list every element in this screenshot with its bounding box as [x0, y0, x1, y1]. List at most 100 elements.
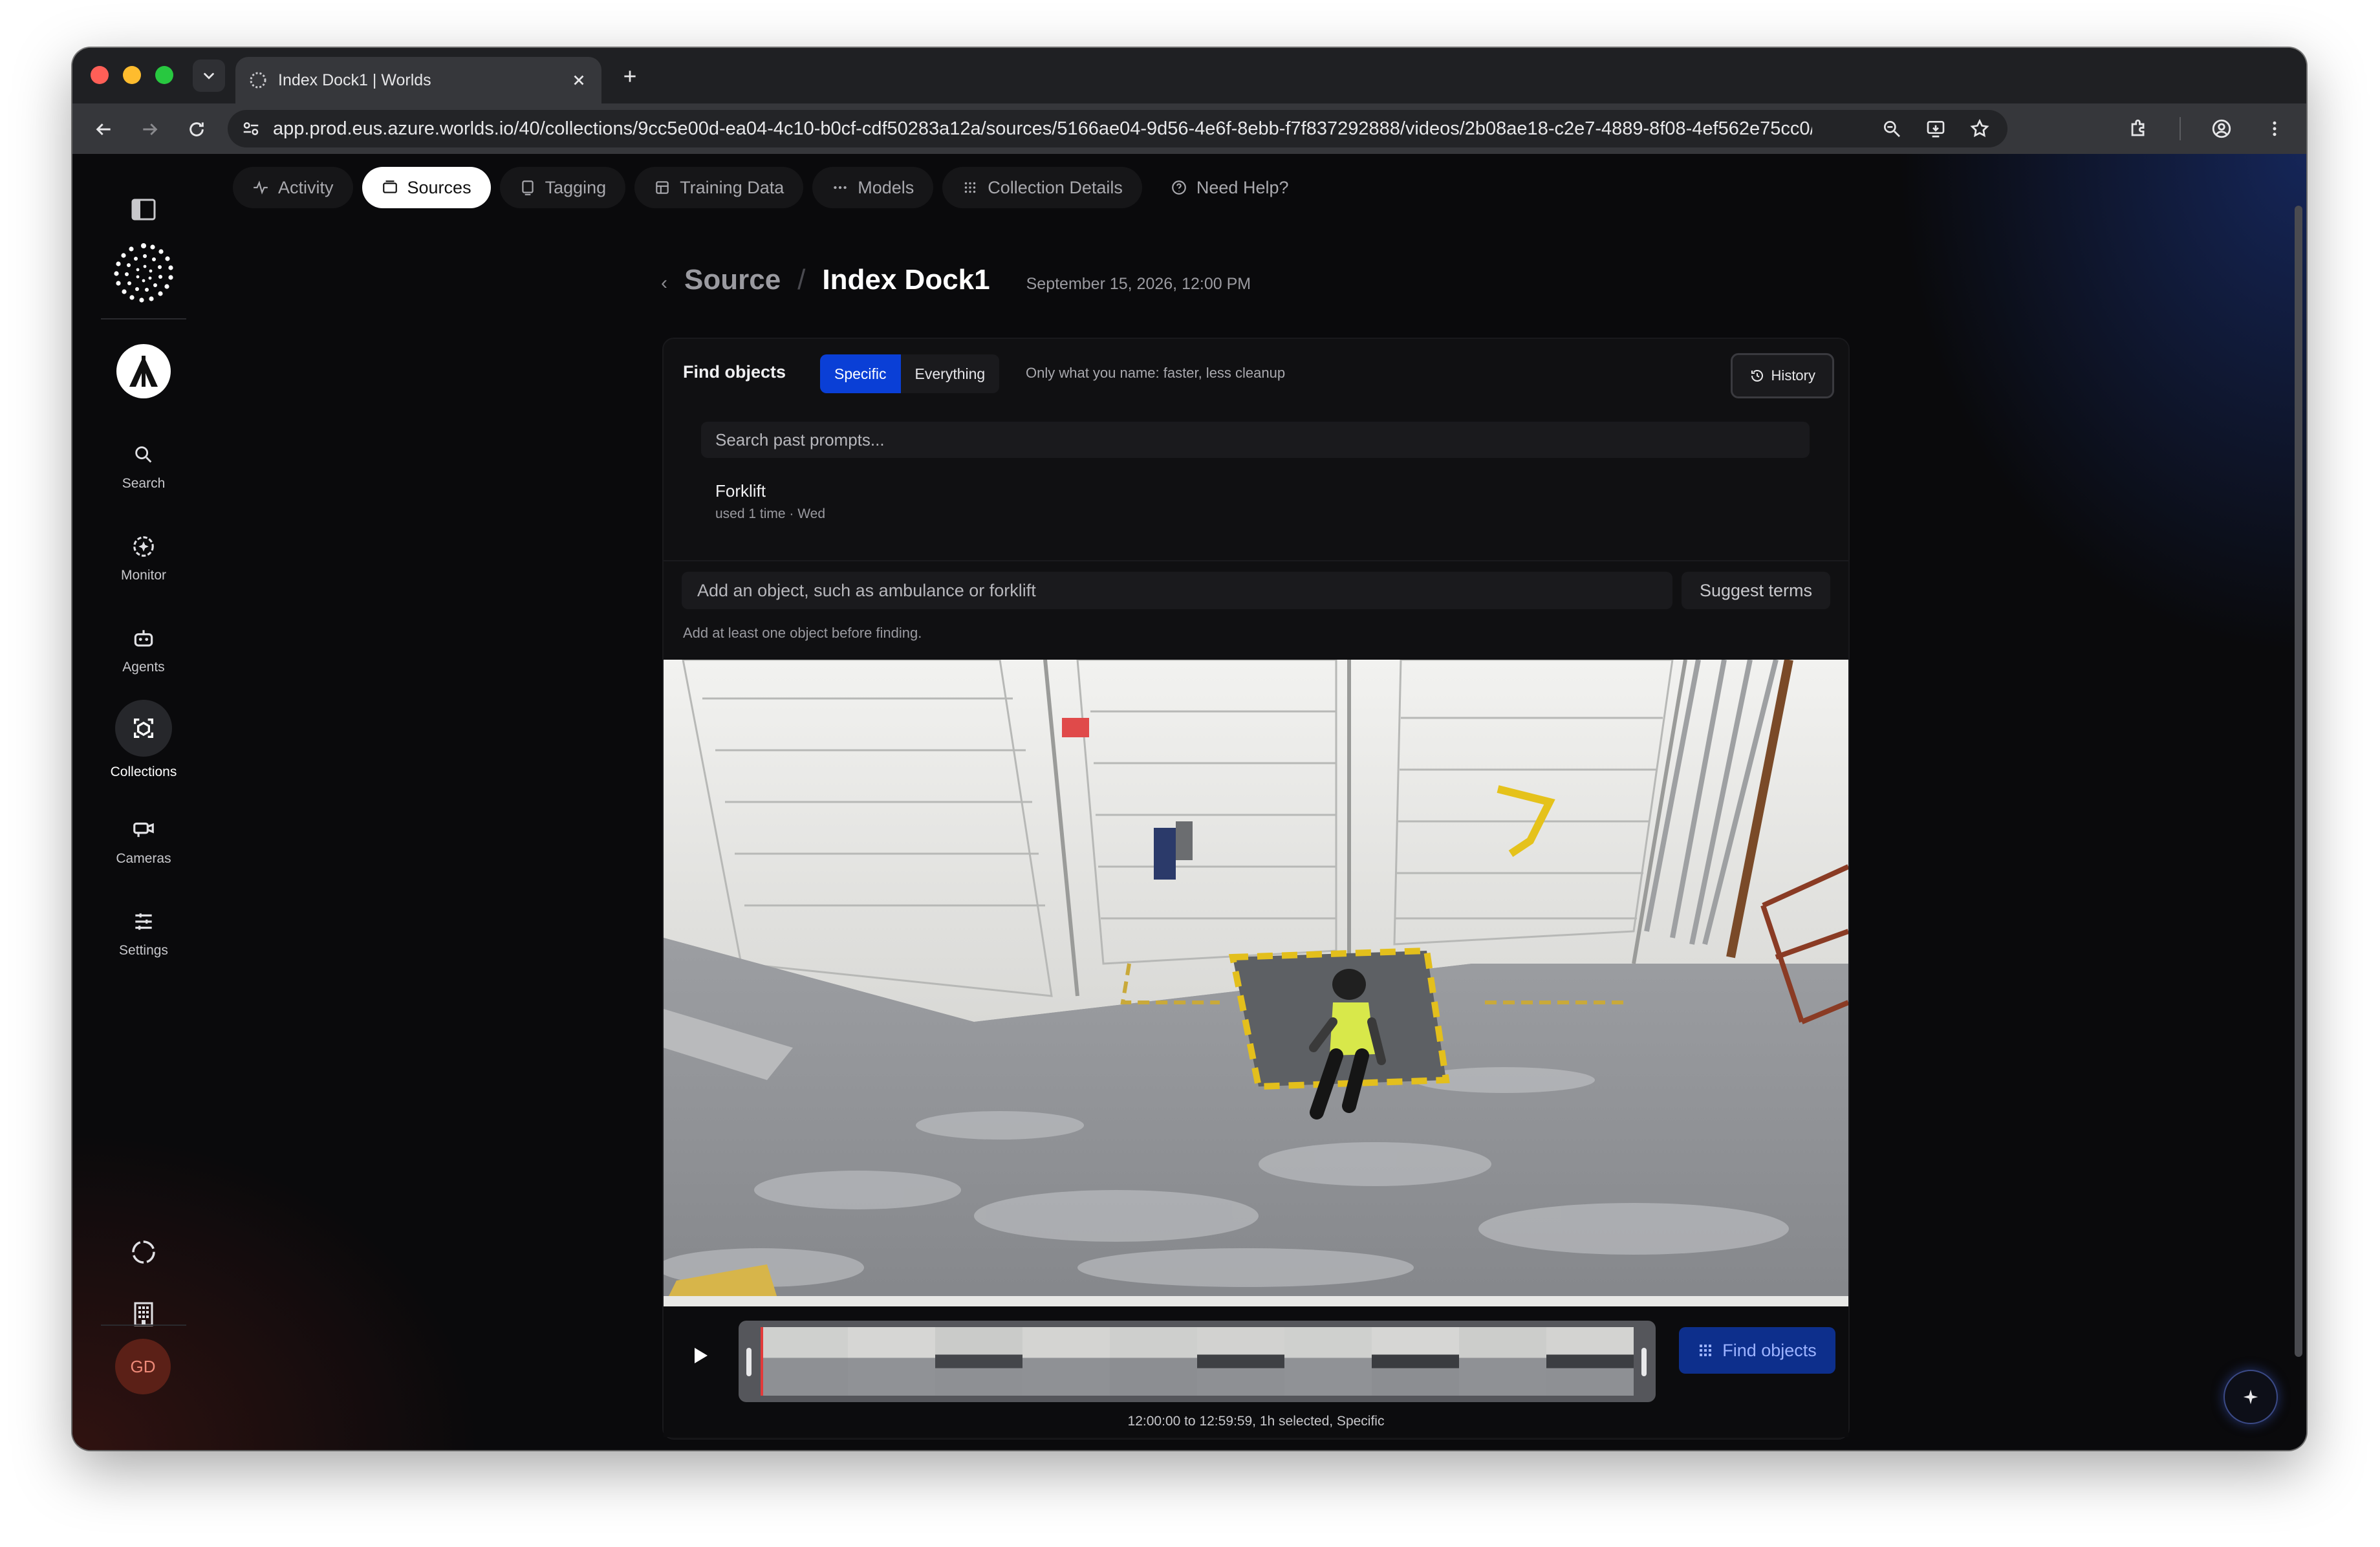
video-player[interactable]	[664, 660, 1848, 1306]
back-chevron-icon[interactable]: ‹	[661, 272, 667, 294]
timeline-thumbnail	[1459, 1327, 1546, 1396]
sidebar-item-label: Cameras	[116, 851, 171, 866]
reload-button[interactable]	[184, 116, 210, 142]
play-icon[interactable]	[687, 1343, 713, 1368]
add-object-input[interactable]: Add an object, such as ambulance or fork…	[682, 572, 1672, 609]
camera-icon	[130, 816, 157, 843]
tab-label: Tagging	[545, 177, 607, 197]
bookmark-star-icon[interactable]	[1967, 116, 1992, 141]
sidebar-item-search[interactable]: Search	[92, 441, 195, 492]
playhead[interactable]	[761, 1327, 763, 1396]
profile-icon[interactable]	[2209, 116, 2234, 141]
timeline-thumbnail	[1197, 1327, 1284, 1396]
mode-specific-button[interactable]: Specific	[820, 354, 901, 393]
past-prompt-name: Forklift	[715, 481, 766, 501]
source-date: September 15, 2026, 12:00 PM	[1026, 275, 1251, 293]
sidebar-item-label: Collections	[110, 764, 177, 779]
org-logo-icon	[129, 356, 158, 387]
collections-icon	[115, 700, 172, 757]
sidebar-item-label: Search	[122, 476, 166, 491]
tab-strip: Index Dock1 | Worlds	[72, 48, 2306, 103]
user-avatar[interactable]: GD	[115, 1339, 171, 1394]
new-tab-button[interactable]	[616, 62, 644, 91]
site-settings-icon[interactable]	[239, 117, 263, 140]
toolbar-divider	[2180, 117, 2181, 140]
loading-circle-icon[interactable]	[129, 1238, 158, 1266]
more-menu-icon[interactable]	[2262, 116, 2287, 141]
worlds-favicon-icon	[250, 72, 266, 89]
timeline-thumbnail	[1372, 1327, 1459, 1396]
find-objects-button-label: Find objects	[1722, 1340, 1817, 1360]
panel-divider	[664, 560, 1848, 561]
assistant-button[interactable]	[2223, 1370, 2278, 1424]
browser-tab-active[interactable]: Index Dock1 | Worlds	[235, 57, 601, 103]
range-start-handle[interactable]	[746, 1348, 752, 1376]
forward-button[interactable]	[137, 116, 163, 142]
mode-toggle: Specific Everything	[820, 354, 1000, 393]
maximize-window-button[interactable]	[155, 66, 173, 84]
timeline-thumbnail	[1546, 1327, 1634, 1396]
mode-everything-button[interactable]: Everything	[901, 354, 1000, 393]
tab-training-data[interactable]: Training Data	[634, 167, 804, 208]
reload-icon	[189, 122, 204, 136]
worlds-logo-icon[interactable]	[111, 241, 176, 305]
sidebar-item-label: Settings	[119, 943, 168, 958]
tab-search-button[interactable]	[193, 60, 225, 92]
history-button[interactable]: History	[1730, 353, 1834, 398]
sidebar-item-label: Agents	[122, 660, 165, 675]
sliders-icon	[130, 908, 157, 935]
find-objects-panel: Find objects Specific Everything Only wh…	[662, 338, 1850, 1440]
tab-models[interactable]: Models	[812, 167, 934, 208]
timeline-track[interactable]	[739, 1321, 1656, 1402]
page-title: Index Dock1	[822, 264, 990, 296]
help-label: Need Help?	[1196, 177, 1289, 197]
timeline-thumbnail	[1110, 1327, 1197, 1396]
tab-activity[interactable]: Activity	[233, 167, 353, 208]
video-scrubber: Find objects 12:00:00 to 12:59:59, 1h se…	[664, 1306, 1848, 1437]
tab-tagging[interactable]: Tagging	[499, 167, 626, 208]
folder-icon	[382, 180, 397, 193]
help-circle-icon	[1172, 180, 1186, 195]
tag-icon	[521, 180, 534, 195]
past-prompt-item[interactable]: Forklift used 1 time · Wed	[715, 481, 825, 522]
mode-hint: Only what you name: faster, less cleanup	[1026, 365, 1286, 381]
browser-toolbar: app.prod.eus.azure.worlds.io/40/collecti…	[72, 103, 2306, 154]
back-button[interactable]	[91, 116, 116, 142]
sidebar-item-collections[interactable]: Collections	[92, 700, 195, 780]
timeline-thumbnail	[848, 1327, 935, 1396]
grid-icon	[965, 182, 976, 193]
find-objects-button[interactable]: Find objects	[1679, 1327, 1835, 1374]
org-avatar[interactable]	[116, 344, 171, 398]
extensions-icon[interactable]	[2126, 116, 2151, 141]
sidebar-item-monitor[interactable]: Monitor	[92, 533, 195, 583]
video-frame-image	[664, 660, 1848, 1306]
address-bar[interactable]: app.prod.eus.azure.worlds.io/40/collecti…	[228, 110, 2007, 147]
sidebar: Search Monitor Agents Collections Camera…	[92, 169, 195, 1437]
search-past-prompts-input[interactable]: Search past prompts...	[701, 422, 1810, 458]
sidebar-item-settings[interactable]: Settings	[92, 908, 195, 958]
close-window-button[interactable]	[91, 66, 109, 84]
tab-collection-details[interactable]: Collection Details	[942, 167, 1142, 208]
past-prompt-meta: used 1 time · Wed	[715, 506, 826, 521]
suggest-terms-button[interactable]: Suggest terms	[1682, 572, 1830, 609]
timeline-thumbnail	[761, 1327, 848, 1396]
zoom-icon[interactable]	[1879, 116, 1904, 141]
sidebar-toggle-icon[interactable]	[131, 198, 157, 221]
plus-icon	[624, 70, 636, 82]
tab-label: Activity	[278, 177, 334, 197]
tab-label: Sources	[407, 177, 471, 197]
sidebar-item-cameras[interactable]: Cameras	[92, 816, 195, 867]
selected-range-label: 12:00:00 to 12:59:59, 1h selected, Speci…	[1127, 1414, 1385, 1429]
chevron-down-icon	[204, 72, 214, 80]
sidebar-divider	[101, 318, 186, 319]
tab-sources[interactable]: Sources	[362, 167, 491, 208]
install-app-icon[interactable]	[1923, 116, 1948, 141]
page-scrollbar[interactable]	[2295, 206, 2302, 1357]
need-help-link[interactable]: Need Help?	[1151, 167, 1308, 208]
url-text: app.prod.eus.azure.worlds.io/40/collecti…	[273, 118, 1812, 139]
range-end-handle[interactable]	[1641, 1348, 1647, 1376]
sidebar-item-agents[interactable]: Agents	[92, 625, 195, 675]
breadcrumb-source-link[interactable]: Source	[684, 264, 781, 296]
minimize-window-button[interactable]	[123, 66, 141, 84]
close-icon[interactable]	[570, 72, 587, 89]
